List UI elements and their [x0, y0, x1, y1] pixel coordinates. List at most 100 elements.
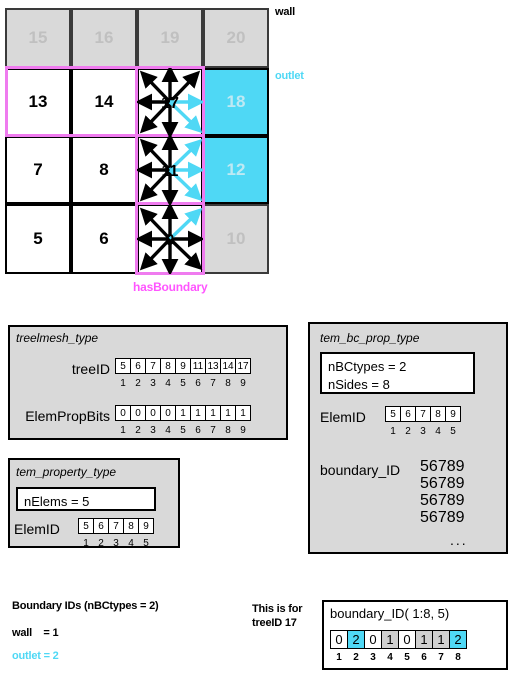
matrix-cell: 9 — [455, 492, 465, 509]
detail-cell: 1 — [415, 630, 433, 649]
mesh-cell-19: 19 — [137, 8, 203, 68]
matrix-row: 5 6 7 8 9 — [420, 458, 465, 476]
mesh-cell-18: 18 — [203, 68, 269, 136]
mesh-cell-20: 20 — [203, 8, 269, 68]
matrix-cell: 7 — [437, 475, 447, 492]
array-cell: 6 — [400, 406, 416, 422]
array-cell: 14 — [220, 358, 236, 374]
index-label: 5 — [180, 425, 186, 436]
matrix-row: 5 6 7 8 9 — [420, 475, 465, 493]
mesh-cell-label: 15 — [28, 28, 48, 47]
detail-index-row: 1 2 3 4 5 6 7 8 — [330, 652, 467, 663]
matrix-cell: 6 — [428, 509, 438, 526]
nbctypes-value: nBCtypes = 2 — [328, 359, 407, 374]
index-label: 4 — [435, 426, 441, 437]
matrix-ellipsis: ... — [450, 532, 468, 548]
array-cell: 7 — [145, 358, 161, 374]
matrix-cell: 8 — [446, 475, 456, 492]
tem-bc-prop-title: tem_bc_prop_type — [320, 331, 420, 345]
matrix-cell: 5 — [420, 492, 429, 509]
mesh-cell-15: 15 — [5, 8, 71, 68]
mesh-cell-label: 10 — [226, 229, 246, 248]
mesh-cell-label: 16 — [94, 28, 114, 47]
array-cell: 6 — [93, 518, 109, 534]
detail-cell: 0 — [330, 630, 348, 649]
index-label: 7 — [438, 652, 444, 663]
mesh-cell-label: 6 — [99, 229, 109, 248]
array-cell: 11 — [190, 358, 206, 374]
mesh-cell-label: 13 — [28, 92, 48, 111]
tem-property-elemid-array: 5 6 7 8 9 — [78, 518, 154, 534]
detail-values-array: 0 2 0 1 0 1 1 2 — [330, 630, 467, 649]
treeid-label: treeID — [71, 361, 110, 377]
index-label: 4 — [165, 425, 171, 436]
detail-cell: 1 — [432, 630, 450, 649]
legend-wall-line: wall = 1 — [12, 627, 59, 639]
bc-info-box: nBCtypes = 2 nSides = 8 — [320, 352, 475, 394]
matrix-cell: 9 — [455, 475, 465, 492]
array-cell: 0 — [160, 405, 176, 421]
matrix-cell: 9 — [455, 458, 465, 475]
mesh-cell-label: 8 — [99, 160, 109, 179]
tem-property-elemid-index-row: 1 2 3 4 5 — [78, 538, 154, 549]
bc-elemid-array: 5 6 7 8 9 — [385, 406, 461, 422]
array-cell: 17 — [235, 358, 251, 374]
matrix-cell: 6 — [428, 475, 438, 492]
array-cell: 6 — [130, 358, 146, 374]
array-cell: 13 — [205, 358, 221, 374]
wall-label: wall — [275, 6, 295, 18]
treelmesh-title: treelmesh_type — [16, 331, 99, 345]
mesh-cell-7: 7 — [5, 136, 71, 204]
boundary-line-left — [5, 66, 8, 136]
index-label: 1 — [336, 652, 342, 663]
tem-property-elemid-label: ElemID — [14, 521, 60, 537]
array-cell: 9 — [138, 518, 154, 534]
array-cell: 8 — [160, 358, 176, 374]
index-label: 2 — [353, 652, 359, 663]
matrix-cell: 7 — [437, 458, 447, 475]
index-label: 8 — [225, 425, 231, 436]
has-boundary-label: hasBoundary — [133, 280, 208, 294]
mesh-cell-label: 12 — [226, 160, 246, 179]
matrix-cell: 5 — [420, 475, 429, 492]
index-label: 8 — [455, 652, 461, 663]
matrix-cell: 8 — [446, 492, 456, 509]
index-label: 1 — [83, 538, 89, 549]
mesh-cell-13: 13 — [5, 68, 71, 136]
index-label: 1 — [120, 378, 126, 389]
matrix-cell: 6 — [428, 458, 438, 475]
tem-property-title: tem_property_type — [16, 465, 117, 479]
matrix-cell: 5 — [420, 509, 429, 526]
mesh-cell-label: 7 — [33, 160, 43, 179]
boundary-id-label: boundary_ID — [320, 462, 401, 478]
array-cell: 7 — [108, 518, 124, 534]
array-cell: 1 — [205, 405, 221, 421]
index-label: 6 — [195, 378, 201, 389]
array-cell: 9 — [175, 358, 191, 374]
mesh-cell-label: 18 — [226, 92, 246, 111]
index-label: 4 — [128, 538, 134, 549]
mesh-diagram: 15 16 19 20 13 14 18 7 8 12 5 6 10 17 11… — [5, 8, 269, 278]
bc-elemid-index-row: 1 2 3 4 5 — [385, 426, 461, 437]
index-label: 7 — [210, 378, 216, 389]
index-label: 3 — [150, 378, 156, 389]
index-label: 9 — [240, 378, 246, 389]
detail-caption: This is for treeID 17 — [252, 603, 303, 630]
index-label: 3 — [420, 426, 426, 437]
array-cell: 5 — [78, 518, 94, 534]
array-cell: 5 — [385, 406, 401, 422]
boundary-id-matrix: 5 6 7 8 9 5 6 7 8 9 5 6 7 8 9 5 6 7 8 9 — [420, 458, 465, 527]
detail-cell: 0 — [364, 630, 382, 649]
index-label: 2 — [98, 538, 104, 549]
bc-elemid-label: ElemID — [320, 409, 366, 425]
index-label: 2 — [135, 425, 141, 436]
elempropbits-index-row: 1 2 3 4 5 6 7 8 9 — [115, 425, 251, 436]
elempropbits-label: ElemPropBits — [25, 408, 110, 424]
mesh-cell-6: 6 — [71, 204, 137, 274]
mesh-cell-label: 19 — [160, 28, 180, 47]
array-cell: 0 — [130, 405, 146, 421]
mesh-cell-16: 16 — [71, 8, 137, 68]
stencil-center-label-9: 9 — [166, 232, 175, 249]
stencil-arrows-9: 9 — [137, 204, 203, 274]
matrix-row: 5 6 7 8 9 — [420, 509, 465, 527]
